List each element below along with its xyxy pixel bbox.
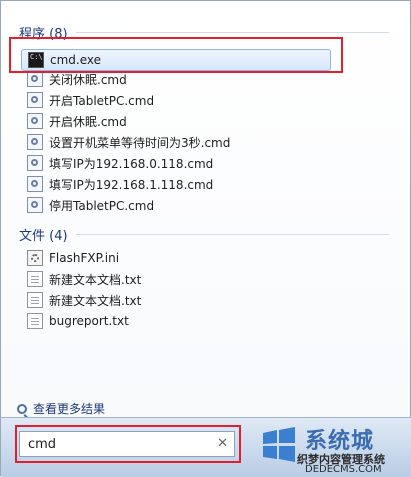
start-menu-search-results: 程序 (8) cmd.exe 关闭休眠.cmd 开启TabletPC.cmd 开… <box>0 0 411 477</box>
script-icon <box>27 71 43 87</box>
script-icon <box>27 113 43 129</box>
files-divider <box>75 234 389 235</box>
result-label: 开启休眠.cmd <box>49 114 127 129</box>
script-icon <box>27 197 43 213</box>
result-label: 填写IP为192.168.0.118.cmd <box>49 156 214 171</box>
script-icon <box>27 176 43 192</box>
result-label: FlashFXP.ini <box>49 251 120 265</box>
result-enable-hibernate[interactable]: 开启休眠.cmd <box>27 111 357 131</box>
see-more-results-link[interactable]: 查看更多结果 <box>17 400 105 417</box>
text-file-icon <box>27 313 43 329</box>
result-new-text-doc-2[interactable]: 新建文本文档.txt <box>27 290 357 310</box>
search-icon <box>17 403 27 414</box>
result-label: 开启TabletPC.cmd <box>49 93 155 108</box>
result-label: 设置开机菜单等待时间为3秒.cmd <box>49 135 231 150</box>
script-icon <box>27 134 43 150</box>
settings-file-icon <box>27 250 43 266</box>
script-icon <box>27 92 43 108</box>
highlight-box-cmd-result <box>9 37 343 73</box>
result-label: 填写IP为192.168.1.118.cmd <box>49 177 214 192</box>
highlight-box-search-input <box>15 425 241 463</box>
result-label: 关闭休眠.cmd <box>49 72 127 87</box>
see-more-label: 查看更多结果 <box>33 402 106 416</box>
site-watermark: 系统城 织梦内容管理系统 DEDECMS.COM <box>251 421 411 477</box>
result-new-text-doc-1[interactable]: 新建文本文档.txt <box>27 269 357 289</box>
result-set-ip-1-118[interactable]: 填写IP为192.168.1.118.cmd <box>27 174 357 194</box>
result-set-ip-0-118[interactable]: 填写IP为192.168.0.118.cmd <box>27 153 357 173</box>
result-label: 新建文本文档.txt <box>49 272 142 287</box>
result-flashfxp-ini[interactable]: FlashFXP.ini <box>27 248 357 268</box>
result-label: 停用TabletPC.cmd <box>49 198 155 213</box>
script-icon <box>27 155 43 171</box>
result-bugreport-txt[interactable]: bugreport.txt <box>27 311 357 331</box>
result-label: 新建文本文档.txt <box>49 293 142 308</box>
programs-divider <box>75 32 389 33</box>
text-file-icon <box>27 292 43 308</box>
result-boot-menu-wait[interactable]: 设置开机菜单等待时间为3秒.cmd <box>27 132 357 152</box>
result-label: bugreport.txt <box>49 314 129 328</box>
result-enable-tabletpc[interactable]: 开启TabletPC.cmd <box>27 90 357 110</box>
files-group-title: 文件 (4) <box>19 229 68 244</box>
watermark-site: DEDECMS.COM <box>305 464 382 475</box>
result-disable-tabletpc[interactable]: 停用TabletPC.cmd <box>27 195 357 215</box>
windows-logo-icon <box>263 427 295 462</box>
text-file-icon <box>27 271 43 287</box>
files-group-header: 文件 (4) <box>19 225 389 244</box>
